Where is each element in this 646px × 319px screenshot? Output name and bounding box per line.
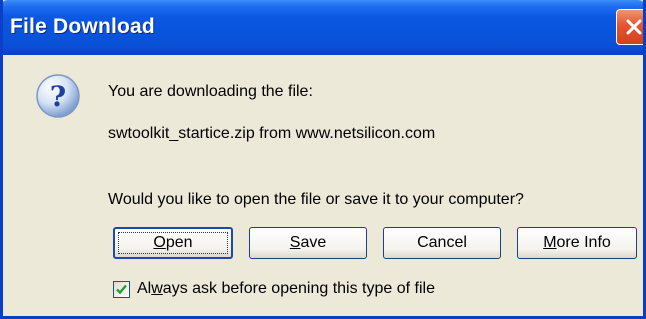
always-ask-checkbox[interactable] [113,281,130,298]
save-button[interactable]: Save [249,227,367,259]
file-download-dialog: File Download ? You are downloading the … [0,0,646,319]
download-message: You are downloading the file: [108,83,313,100]
always-ask-label[interactable]: Always ask before opening this type of f… [137,280,435,298]
check-icon [116,284,127,295]
title-bar[interactable]: File Download [3,0,643,55]
file-name-source: swtoolkit_startice.zip from www.netsilic… [108,125,436,142]
window-title: File Download [10,15,155,38]
close-icon [626,19,642,35]
open-save-prompt: Would you like to open the file or save … [108,191,524,208]
svg-text:?: ? [50,80,66,113]
focus-rectangle [118,232,228,254]
more-info-button[interactable]: More Info [517,227,637,259]
open-button[interactable]: Open [113,227,233,259]
close-button[interactable] [616,9,643,45]
cancel-button[interactable]: Cancel [383,227,501,259]
question-icon: ? [36,74,80,118]
